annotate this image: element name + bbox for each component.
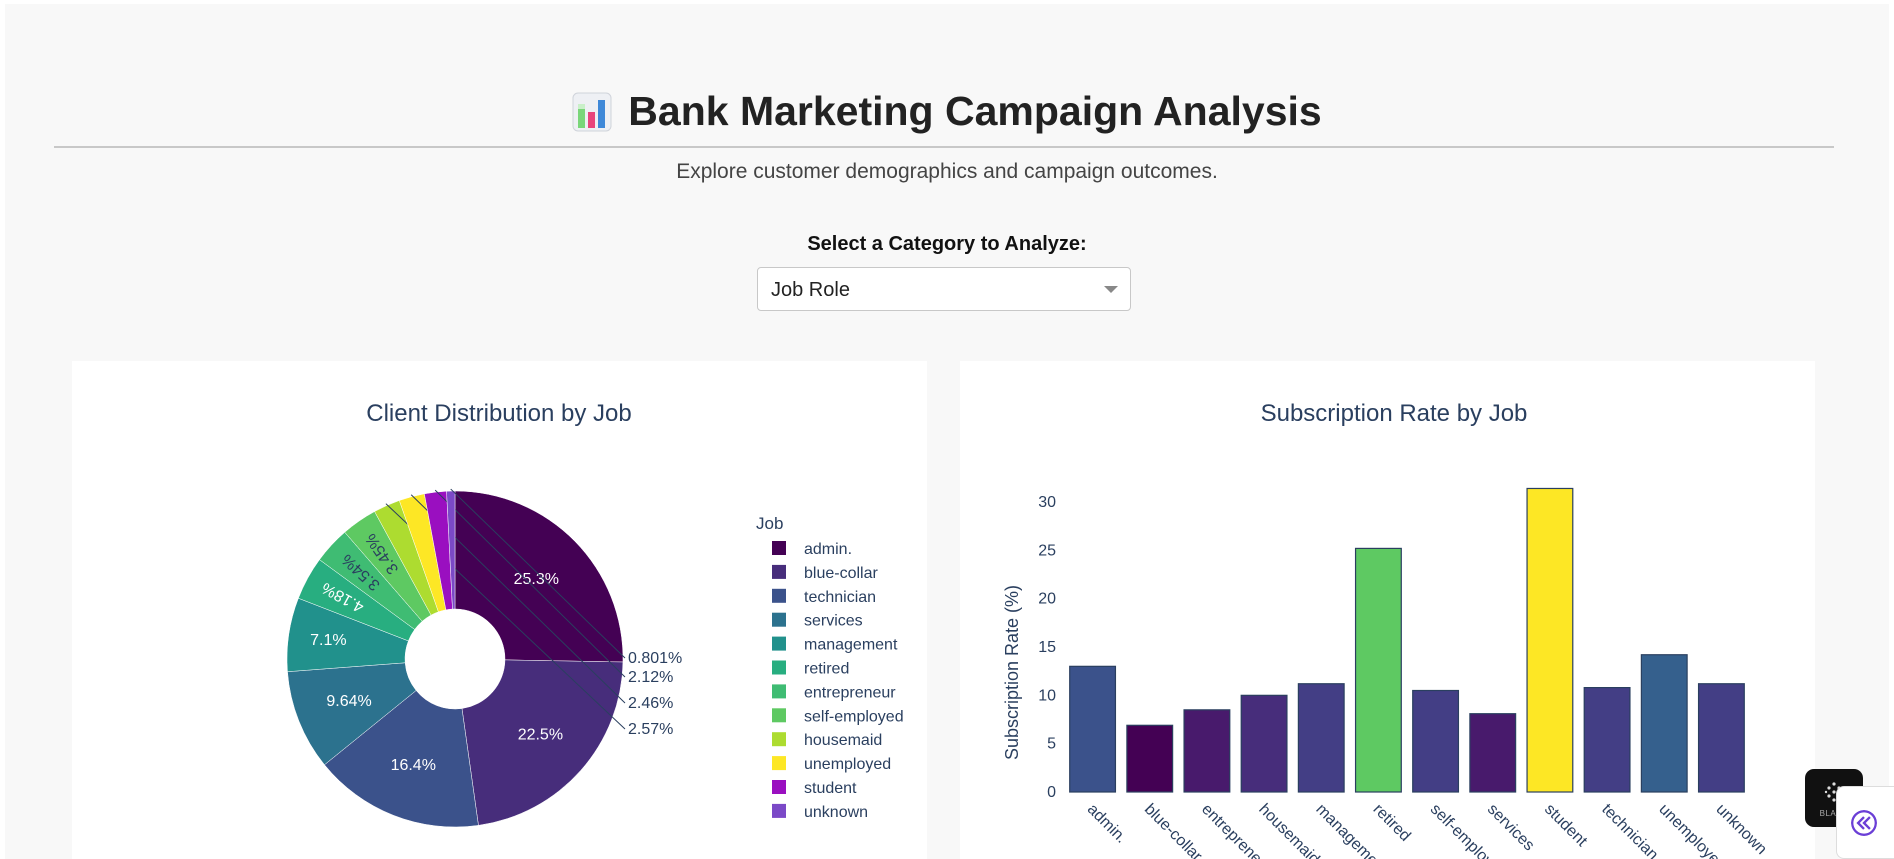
pie-legend-swatch <box>772 588 786 603</box>
bar-x-tick-label: student <box>1541 801 1591 851</box>
pie-legend-item: management <box>804 637 898 654</box>
pie-legend-swatch <box>772 732 786 747</box>
pie-slice-label: 2.46% <box>628 695 673 712</box>
category-dropdown[interactable]: Job Role <box>757 267 1131 311</box>
bar <box>1412 689 1460 793</box>
title-divider <box>54 146 1834 148</box>
header: Bank Marketing Campaign Analysis <box>5 88 1889 135</box>
pie-legend-item: blue-collar <box>804 565 878 582</box>
bar-y-tick-label: 20 <box>1038 591 1056 608</box>
pie-legend-item: retired <box>804 661 849 678</box>
category-select-label: Select a Category to Analyze: <box>807 233 1087 255</box>
bar-x-tick-label: services <box>1484 801 1538 855</box>
page: Bank Marketing Campaign Analysis Explore… <box>5 4 1889 859</box>
pie-slice-label: 16.4% <box>391 757 436 774</box>
bar-chart-title: Subscription Rate by Job <box>1261 400 1528 427</box>
bar <box>1583 687 1631 793</box>
pie-legend-item: student <box>804 780 857 797</box>
pie-chart: Client Distribution by Job25.3%22.5%16.4… <box>286 400 904 828</box>
double-chevron-left-icon <box>1851 810 1877 836</box>
bar-y-tick-label: 15 <box>1038 639 1056 656</box>
bar-y-tick-label: 5 <box>1047 736 1056 753</box>
bar-x-tick-label: unknown <box>1713 801 1770 858</box>
pie-legend-item: housemaid <box>804 732 882 749</box>
pie-legend-swatch <box>772 756 786 771</box>
pie-legend-swatch <box>772 684 786 699</box>
pie-legend-item: services <box>804 613 863 630</box>
pie-legend-swatch <box>772 708 786 723</box>
pie-slice-label: 2.12% <box>628 669 673 686</box>
pie-chart-title: Client Distribution by Job <box>366 400 631 427</box>
bar-chart-emoji-icon <box>572 92 612 131</box>
bar <box>1354 547 1402 793</box>
collapse-panel-button[interactable] <box>1836 786 1894 859</box>
bar <box>1697 683 1745 793</box>
bar-y-tick-label: 30 <box>1038 494 1056 511</box>
pie-legend-item: technician <box>804 589 876 606</box>
pie-legend-swatch <box>772 660 786 675</box>
bar <box>1183 709 1231 793</box>
pie-chart-card: Client Distribution by Job 25.3% 22.5% 16.4… <box>72 361 927 859</box>
bar-x-tick-label: technician <box>1598 801 1661 859</box>
pie-slice-label: 2.57% <box>628 721 673 738</box>
pie-legend-swatch <box>772 780 786 794</box>
bar-chart-card: Subscription Rate by Job 0 5 10 15 20 25 30 Subs… <box>960 361 1815 859</box>
bar-x-tick-label: blue-collar <box>1141 801 1206 859</box>
pie-legend-swatch <box>772 636 786 651</box>
bar-chart: Subscription Rate by Job 0 5 10 15 20 25 30 Subs… <box>1002 400 1770 859</box>
chevron-down-icon[interactable] <box>1104 286 1118 293</box>
pie-legend-title: Job <box>756 514 783 533</box>
pie-slice-label: 0.801% <box>628 650 682 667</box>
bar <box>1069 665 1117 793</box>
bar-y-tick-label: 0 <box>1047 784 1056 801</box>
pie-legend-swatch <box>772 564 786 579</box>
page-title: Bank Marketing Campaign Analysis <box>628 88 1322 134</box>
pie-legend-item: unknown <box>804 804 868 821</box>
bar-y-tick-label: 10 <box>1038 687 1056 704</box>
bar <box>1469 713 1517 793</box>
bar <box>1297 683 1345 793</box>
pie-legend-item: entrepreneur <box>804 684 896 701</box>
pie-legend-swatch <box>772 541 786 555</box>
dropdown-selected-value: Job Role <box>771 279 850 301</box>
bar <box>1126 724 1174 793</box>
pie-slice-label: 22.5% <box>518 727 563 744</box>
pie-legend-item: self-employed <box>804 708 904 725</box>
pie-slice-label: 9.64% <box>326 693 371 710</box>
bar-y-axis-title: Subscription Rate (%) <box>1002 585 1022 760</box>
bar-x-tick-label: retired <box>1370 801 1414 845</box>
pie-slice-label: 7.1% <box>310 632 346 649</box>
pie-legend-item: unemployed <box>804 756 891 773</box>
bar <box>1526 487 1574 793</box>
bar-x-tick-label: admin. <box>1084 801 1130 847</box>
page-subtitle: Explore customer demographics and campai… <box>676 160 1218 183</box>
pie-legend-swatch <box>772 803 786 818</box>
pie-legend-item: admin. <box>804 541 852 558</box>
pie-legend-swatch <box>772 612 786 627</box>
bar <box>1640 654 1688 793</box>
bar-x-tick-label: housemaid <box>1255 801 1322 859</box>
bar-y-tick-label: 25 <box>1038 542 1056 559</box>
bar <box>1240 694 1288 793</box>
